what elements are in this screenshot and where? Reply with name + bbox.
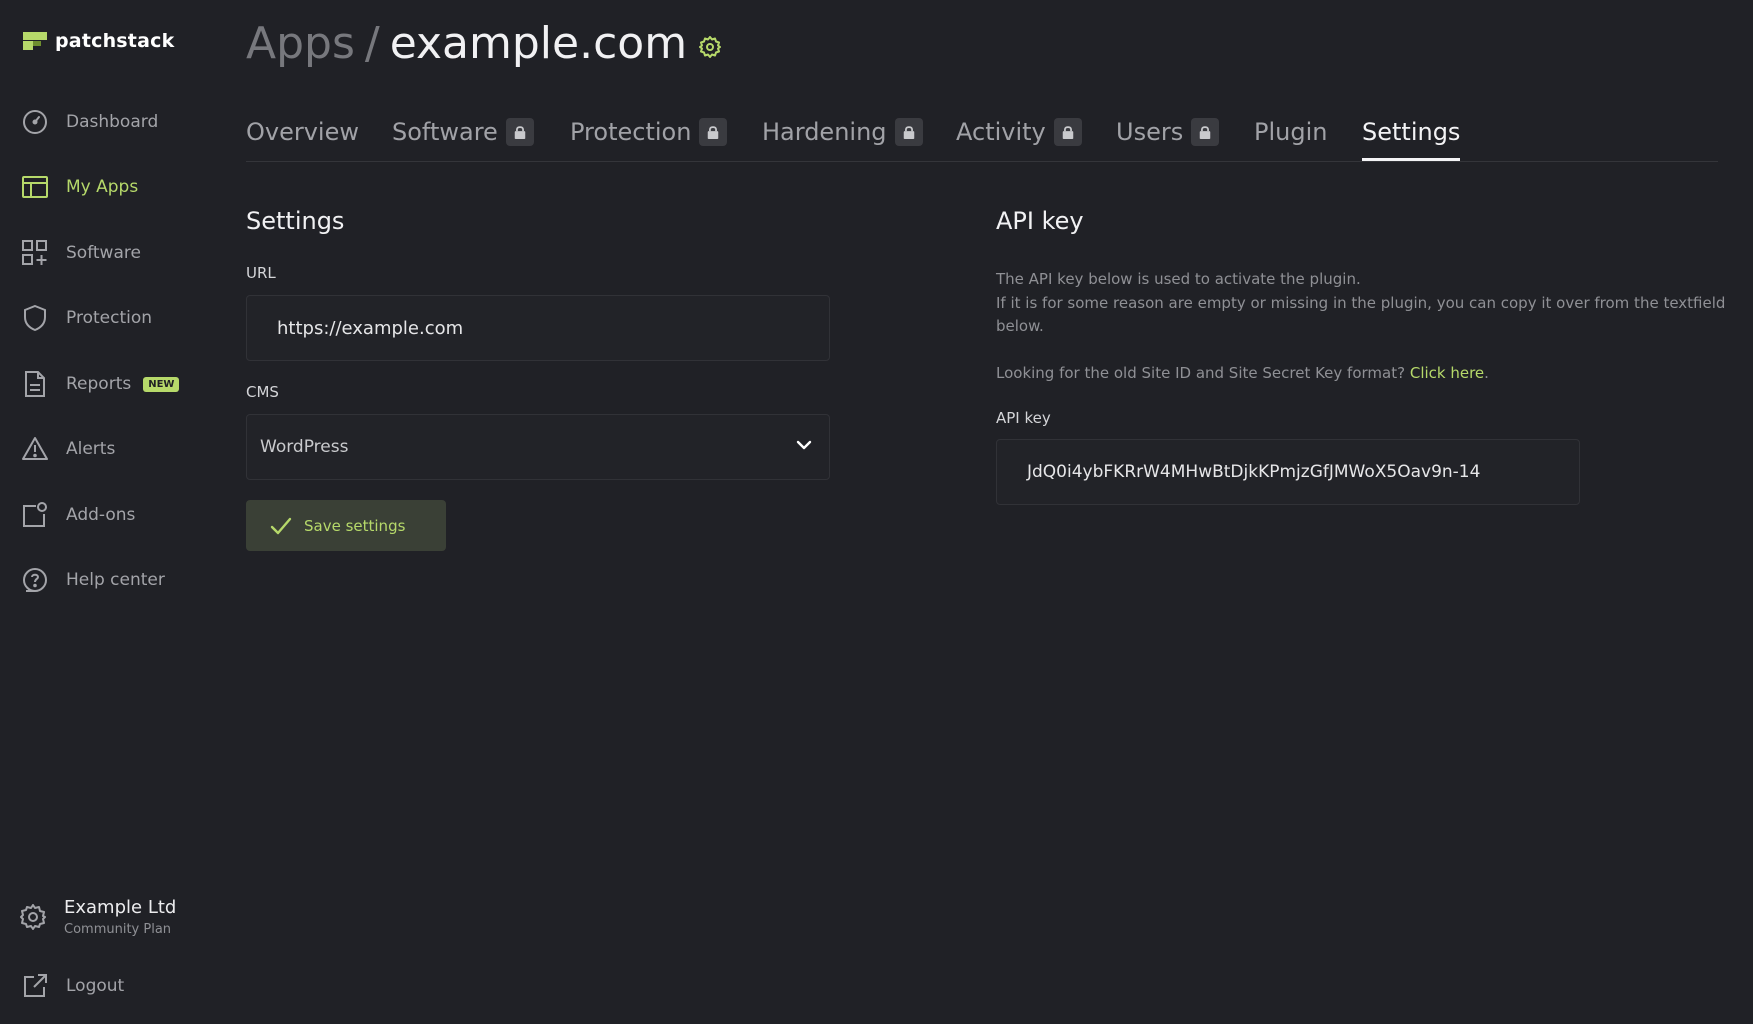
tab-label: Overview (246, 118, 359, 146)
sidebar-item-label: My Apps (66, 177, 139, 197)
tab-settings[interactable]: Settings (1362, 118, 1460, 146)
settings-title: Settings (246, 207, 345, 235)
account-plan: Community Plan (64, 922, 172, 937)
lock-icon (894, 118, 923, 146)
sidebar-item-help-center[interactable]: Help center (22, 565, 165, 595)
sidebar-item-label: Software (66, 243, 141, 263)
lock-icon (505, 118, 534, 146)
sidebar-item-label: Alerts (66, 439, 116, 459)
sidebar-item-label: Reports (66, 374, 132, 394)
page-title: example.com (389, 18, 688, 69)
old-format-notice: Looking for the old Site ID and Site Sec… (996, 362, 1726, 386)
sidebar-item-my-apps[interactable]: My Apps (22, 172, 138, 202)
save-settings-button[interactable]: Save settings (246, 500, 446, 551)
api-description-line: The API key below is used to activate th… (996, 270, 1361, 288)
tab-label: Users (1116, 118, 1184, 146)
report-icon (22, 371, 48, 397)
tab-label: Software (392, 118, 498, 146)
brand-logo[interactable]: patchstack (23, 30, 174, 52)
account-switcher[interactable]: Example Ltd Community Plan (20, 897, 176, 937)
check-icon (270, 515, 292, 537)
shield-icon (22, 305, 48, 331)
software-icon (22, 240, 48, 266)
account-name: Example Ltd (64, 897, 177, 918)
cms-label: CMS (246, 383, 279, 401)
sidebar-item-alerts[interactable]: Alerts (22, 434, 115, 464)
tab-activity[interactable]: Activity (956, 118, 1082, 146)
tab-software[interactable]: Software (392, 118, 534, 146)
tab-label: Activity (956, 118, 1046, 146)
site-settings-gear-icon[interactable] (699, 35, 722, 58)
sidebar-item-label: Protection (66, 308, 153, 328)
sidebar-item-label: Dashboard (66, 112, 159, 132)
breadcrumb-separator: / (364, 18, 380, 69)
tab-label: Plugin (1254, 118, 1328, 146)
logout-icon (22, 973, 48, 999)
lock-icon (1191, 118, 1220, 146)
patchstack-logo-icon (23, 32, 47, 50)
app-root: patchstack Dashboard My Apps Software Pr (0, 0, 1753, 1024)
tab-protection[interactable]: Protection (570, 118, 728, 146)
lock-icon (1053, 118, 1082, 146)
alert-icon (22, 436, 48, 462)
addons-icon (22, 502, 48, 528)
dashboard-icon (22, 109, 48, 135)
chevron-down-icon (795, 436, 813, 458)
tab-hardening[interactable]: Hardening (762, 118, 923, 146)
url-field[interactable]: https://example.com (246, 295, 830, 361)
save-settings-label: Save settings (304, 516, 406, 535)
gear-icon (20, 904, 46, 930)
brand-name: patchstack (55, 30, 175, 52)
logout-label: Logout (66, 976, 125, 996)
help-icon (22, 567, 48, 593)
cms-select[interactable]: WordPress (246, 414, 830, 480)
sidebar-item-label: Help center (66, 570, 165, 590)
logout-button[interactable]: Logout (22, 971, 124, 1001)
url-value: https://example.com (277, 317, 464, 339)
old-format-text: Looking for the old Site ID and Site Sec… (996, 364, 1406, 382)
api-key-description: The API key below is used to activate th… (996, 268, 1726, 339)
tab-bar: Overview Software Protection Hardening A… (246, 110, 1718, 162)
tab-label: Protection (570, 118, 692, 146)
cms-value: WordPress (260, 437, 349, 457)
tab-plugin[interactable]: Plugin (1254, 118, 1327, 146)
tab-users[interactable]: Users (1116, 118, 1220, 146)
api-key-label: API key (996, 409, 1051, 427)
breadcrumb: Apps / example.com (246, 18, 722, 69)
tab-label: Settings (1362, 118, 1461, 146)
sidebar-item-dashboard[interactable]: Dashboard (22, 107, 158, 137)
click-here-link[interactable]: Click here (1410, 364, 1484, 382)
sidebar-item-software[interactable]: Software (22, 238, 141, 268)
old-format-end: . (1484, 364, 1489, 382)
apps-icon (22, 174, 48, 200)
api-key-title: API key (996, 207, 1084, 235)
breadcrumb-parent[interactable]: Apps (246, 18, 355, 69)
active-tab-indicator (1362, 158, 1460, 161)
tab-label: Hardening (762, 118, 887, 146)
api-description-line: If it is for some reason are empty or mi… (996, 293, 1726, 336)
new-badge: NEW (143, 376, 180, 392)
api-key-field[interactable]: JdQ0i4ybFKRrW4MHwBtDjkKPmjzGfJMWoX5Oav9n… (996, 439, 1580, 505)
sidebar-item-add-ons[interactable]: Add-ons (22, 500, 135, 530)
sidebar-item-protection[interactable]: Protection (22, 303, 152, 333)
sidebar-item-label: Add-ons (66, 505, 136, 525)
api-key-value: JdQ0i4ybFKRrW4MHwBtDjkKPmjzGfJMWoX5Oav9n… (1027, 462, 1481, 482)
lock-icon (699, 118, 728, 146)
tab-overview[interactable]: Overview (246, 118, 359, 146)
sidebar-item-reports[interactable]: Reports NEW (22, 369, 180, 399)
sidebar: patchstack Dashboard My Apps Software Pr (0, 0, 230, 1024)
url-label: URL (246, 264, 276, 282)
